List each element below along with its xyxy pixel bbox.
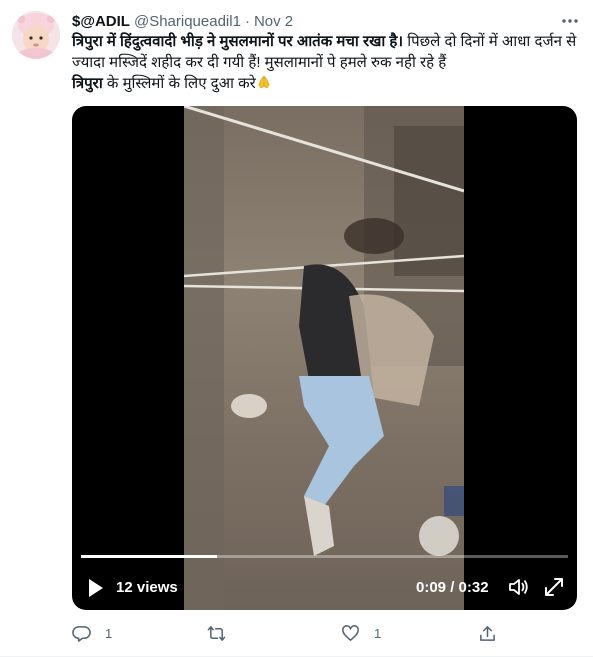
tweet[interactable]: $@ADIL @Shariqueadil1 · Nov 2 त्रिपुरा म…: [0, 0, 593, 657]
heart-icon: [342, 624, 359, 641]
reply-count: 1: [105, 625, 113, 641]
avatar[interactable]: [12, 11, 60, 59]
play-icon[interactable]: [87, 578, 105, 598]
tweet-actions: 1 1: [72, 622, 512, 644]
fullscreen-icon[interactable]: [543, 576, 565, 598]
like-count: 1: [374, 625, 382, 641]
share-button[interactable]: [478, 622, 497, 644]
tweet-text: त्रिपुरा में हिंदुत्ववादी भीड़ ने मुसलमा…: [72, 31, 577, 96]
separator: ·: [244, 12, 250, 30]
display-name[interactable]: $@ADIL: [72, 13, 130, 30]
video-progress-fill: [81, 555, 218, 558]
tweet-text-bold-2: त्रिपुरा: [72, 75, 103, 92]
tweet-text-bold-1: त्रिपुरा में हिंदुत्ववादी भीड़ ने मुसलमा…: [72, 33, 404, 50]
tweet-text-2: के मुस्लिमों के लिए दुआ करे: [102, 75, 256, 92]
video-views: 12 views: [116, 579, 178, 596]
user-handle[interactable]: @Shariqueadil1: [134, 13, 241, 30]
more-options-icon[interactable]: [559, 10, 581, 32]
video-frame: [184, 106, 464, 610]
praying-hands-icon: [256, 74, 272, 96]
volume-icon[interactable]: [507, 576, 529, 598]
video-progress-bar[interactable]: [81, 555, 568, 558]
share-icon: [480, 625, 495, 641]
video-time: 0:09 / 0:32: [416, 579, 489, 596]
tweet-date[interactable]: Nov 2: [254, 13, 293, 30]
retweet-icon: [207, 625, 226, 641]
baby-avatar-icon: [12, 11, 60, 59]
like-button[interactable]: 1: [341, 622, 381, 644]
reply-button[interactable]: 1: [72, 622, 112, 644]
tweet-header: $@ADIL @Shariqueadil1 · Nov 2: [72, 11, 293, 31]
video-player[interactable]: 12 views 0:09 / 0:32: [72, 106, 577, 610]
reply-icon: [72, 625, 91, 642]
retweet-button[interactable]: [207, 622, 240, 644]
